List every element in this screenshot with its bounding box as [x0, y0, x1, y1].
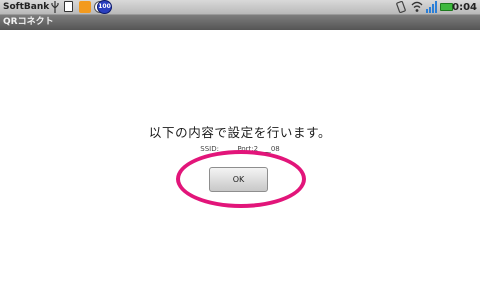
sd-card-icon — [64, 1, 73, 12]
carrier-name: SoftBank — [3, 2, 50, 12]
ok-button[interactable]: OK — [209, 167, 268, 192]
battery-icon — [440, 3, 453, 11]
usb-icon — [51, 1, 59, 13]
ssid-info: SSID: ____ Port:2 ___08 — [200, 145, 280, 153]
app-notification-icon — [79, 1, 91, 13]
status-bar: SoftBank 100 0:04 — [0, 0, 480, 15]
signal-icon — [426, 1, 437, 13]
app-title-bar: QRコネクト — [0, 15, 480, 30]
screen-rotate-icon — [396, 1, 406, 13]
wifi-icon — [411, 1, 423, 12]
app-title: QRコネクト — [3, 17, 54, 27]
confirmation-message: 以下の内容で設定を行います。 — [148, 125, 332, 140]
status-clock: 0:04 — [452, 2, 477, 13]
badge-100-icon: 100 — [97, 0, 112, 14]
